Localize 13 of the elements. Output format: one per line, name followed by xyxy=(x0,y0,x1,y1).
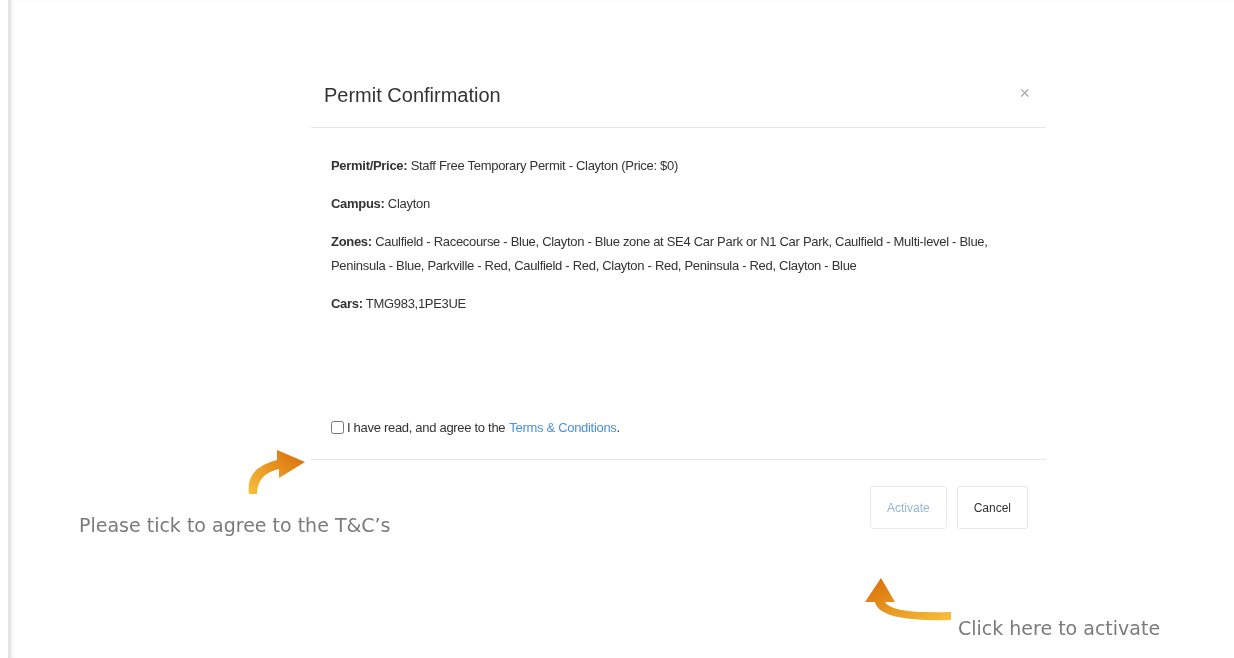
annotation-text: Please tick to agree to the T&C’s xyxy=(79,514,391,536)
detail-text: Campus: Clayton xyxy=(331,195,431,213)
terms-link[interactable]: Terms & Conditions xyxy=(509,420,617,435)
detail-text: Permit/Price: Staff Free Temporary Permit - Clayton (Price: $0) xyxy=(331,157,679,175)
agree-checkbox[interactable] xyxy=(331,421,344,434)
cancel-button[interactable]: Cancel xyxy=(956,486,1028,529)
annotation-text: Click here to activate xyxy=(958,617,1161,639)
agree-text: I have read, and agree to the xyxy=(347,420,506,435)
detail-text: Cars: TMG983,1PE3UE xyxy=(331,295,467,313)
dialog-title: Permit Confirmation xyxy=(324,84,501,107)
agree-period: . xyxy=(616,420,620,435)
close-button[interactable]: × xyxy=(1019,84,1030,102)
detail-text: Zones: Caulfield - Racecourse - Blue, Clayton - Blue zone at SE4 Car Park or N1 Car Park, Caulfield - Multi-level - Blue, Peninsula - Blue, Parkville - Red, Caulfield - Red, Clayton - Red, Peninsula - Red, Clayton - Blue xyxy=(331,233,989,275)
